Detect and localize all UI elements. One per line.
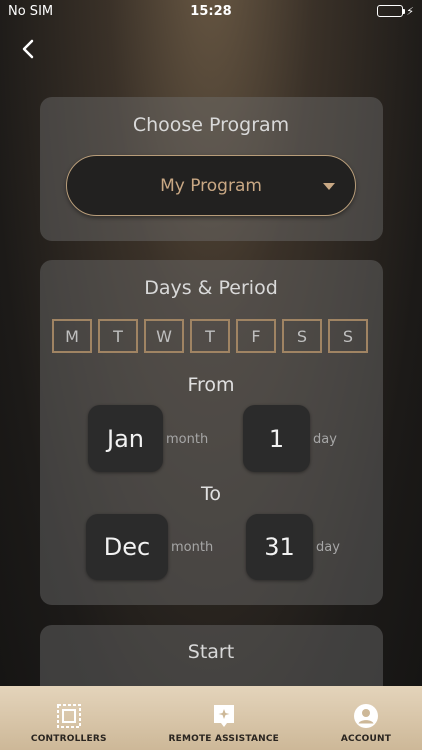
tab-controllers-label: CONTROLLERS bbox=[30, 734, 107, 744]
day-toggle-tue[interactable]: T bbox=[98, 319, 138, 353]
back-chevron-icon[interactable] bbox=[18, 38, 40, 60]
start-title: Start bbox=[187, 641, 235, 663]
weekday-selector: M T W T F S S bbox=[52, 319, 368, 353]
program-select-value: My Program bbox=[160, 175, 262, 196]
dropdown-caret-icon bbox=[323, 183, 335, 190]
remote-assistance-icon bbox=[213, 705, 234, 727]
from-day-picker[interactable]: 1 bbox=[243, 405, 310, 472]
day-toggle-sun[interactable]: S bbox=[328, 319, 368, 353]
day-toggle-wed[interactable]: W bbox=[144, 319, 184, 353]
to-month-unit: month bbox=[171, 540, 214, 555]
from-day-unit: day bbox=[313, 432, 337, 447]
day-toggle-sat[interactable]: S bbox=[282, 319, 322, 353]
to-label: To bbox=[200, 483, 221, 505]
tab-controllers[interactable]: CONTROLLERS bbox=[31, 702, 107, 744]
status-time: 15:28 bbox=[190, 3, 232, 19]
choose-program-title: Choose Program bbox=[132, 114, 290, 136]
account-icon bbox=[353, 704, 378, 728]
tab-account[interactable]: ACCOUNT bbox=[341, 702, 391, 744]
status-bar: No SIM 15:28 ⚡ bbox=[0, 0, 422, 22]
program-select[interactable]: My Program bbox=[66, 155, 356, 216]
tab-remote-assistance[interactable]: REMOTE ASSISTANCE bbox=[168, 702, 279, 744]
to-day-unit: day bbox=[316, 540, 340, 555]
from-label: From bbox=[187, 374, 235, 396]
tab-bar: CONTROLLERS REMOTE ASSISTANCE ACCOUNT bbox=[0, 686, 422, 750]
day-toggle-fri[interactable]: F bbox=[236, 319, 276, 353]
from-month-unit: month bbox=[166, 432, 209, 447]
tab-remote-assistance-label: REMOTE ASSISTANCE bbox=[168, 734, 280, 744]
controllers-icon bbox=[56, 704, 81, 728]
to-day-picker[interactable]: 31 bbox=[246, 514, 313, 580]
day-toggle-mon[interactable]: M bbox=[52, 319, 92, 353]
tab-account-label: ACCOUNT bbox=[340, 734, 392, 744]
from-month-picker[interactable]: Jan bbox=[88, 405, 163, 472]
day-toggle-thu[interactable]: T bbox=[190, 319, 230, 353]
to-month-picker[interactable]: Dec bbox=[86, 514, 168, 580]
days-period-title: Days & Period bbox=[144, 277, 278, 299]
